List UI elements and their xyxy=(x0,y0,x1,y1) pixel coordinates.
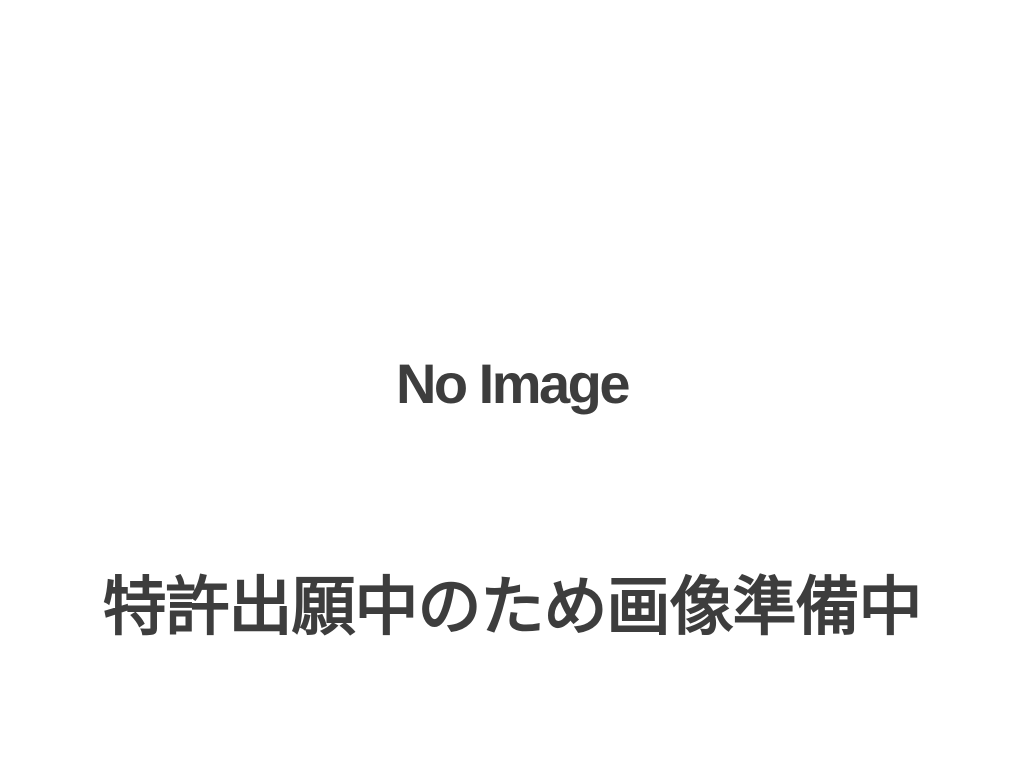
patent-pending-notice: 特許出願中のため画像準備中 xyxy=(102,571,923,645)
no-image-heading: No Image xyxy=(395,352,631,415)
image-placeholder: No Image 特許出願中のため画像準備中 xyxy=(0,0,1024,768)
